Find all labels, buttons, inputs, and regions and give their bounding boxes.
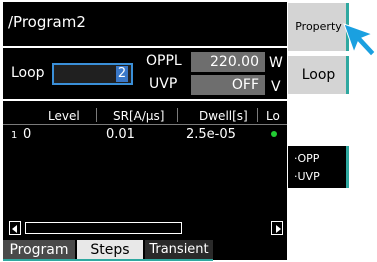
- accent-bar: [346, 56, 349, 94]
- loop-input[interactable]: 2: [52, 63, 133, 85]
- oppl-label: OPPL: [146, 53, 182, 69]
- column-header-lo: Lo: [266, 109, 280, 123]
- row-number: 1: [11, 130, 18, 141]
- horizontal-scrollbar[interactable]: [9, 221, 283, 235]
- property-button[interactable]: Property: [288, 3, 349, 51]
- arrow-right-icon: [276, 225, 281, 233]
- column-separator: [177, 108, 178, 122]
- column-header-sr: SR[A/µs]: [113, 109, 165, 123]
- option-uvp: ·UVP: [294, 170, 320, 183]
- loop-value: 2: [116, 66, 128, 82]
- uvp-label: UVP: [149, 76, 178, 92]
- page-title: /Program2: [8, 13, 86, 31]
- property-button-label: Property: [295, 20, 342, 33]
- accent-bar: [346, 146, 349, 188]
- cell-dwell: 2.5e-05: [186, 127, 236, 142]
- device-screen: /Program2 Loop 2 OPPL 220.00 W UVP OFF V…: [0, 0, 377, 262]
- column-header-dwell: Dwell[s]: [199, 109, 248, 123]
- uvp-value-field[interactable]: OFF: [191, 75, 265, 95]
- tab-steps[interactable]: Steps: [77, 240, 143, 260]
- tab-program[interactable]: Program: [3, 240, 75, 260]
- oppl-unit: W: [269, 55, 283, 71]
- status-dot-icon: [271, 131, 277, 137]
- uvp-unit: V: [271, 79, 281, 95]
- scroll-right-button[interactable]: [271, 221, 283, 235]
- column-separator: [257, 108, 258, 122]
- tab-transient[interactable]: Transient: [145, 240, 213, 260]
- column-separator: [96, 108, 97, 122]
- scrollbar-thumb[interactable]: [25, 222, 182, 234]
- pointer-cursor-icon: [343, 23, 376, 57]
- protection-options-button[interactable]: ·OPP ·UVP: [288, 146, 349, 188]
- cell-level: 0: [23, 127, 32, 142]
- oppl-value-field[interactable]: 220.00: [191, 52, 265, 72]
- divider: [3, 46, 287, 48]
- header-divider: [3, 124, 287, 125]
- loop-label: Loop: [11, 65, 45, 81]
- divider: [3, 99, 287, 101]
- option-opp: ·OPP: [294, 152, 320, 165]
- scroll-left-button[interactable]: [9, 221, 21, 235]
- arrow-left-icon: [12, 225, 17, 233]
- tab-underline: [3, 259, 213, 261]
- loop-button[interactable]: Loop: [288, 56, 349, 94]
- cell-sr: 0.01: [106, 127, 135, 142]
- column-header-level: Level: [48, 109, 80, 123]
- loop-button-label: Loop: [301, 67, 336, 83]
- program-panel: /Program2 Loop 2 OPPL 220.00 W UVP OFF V…: [3, 2, 287, 260]
